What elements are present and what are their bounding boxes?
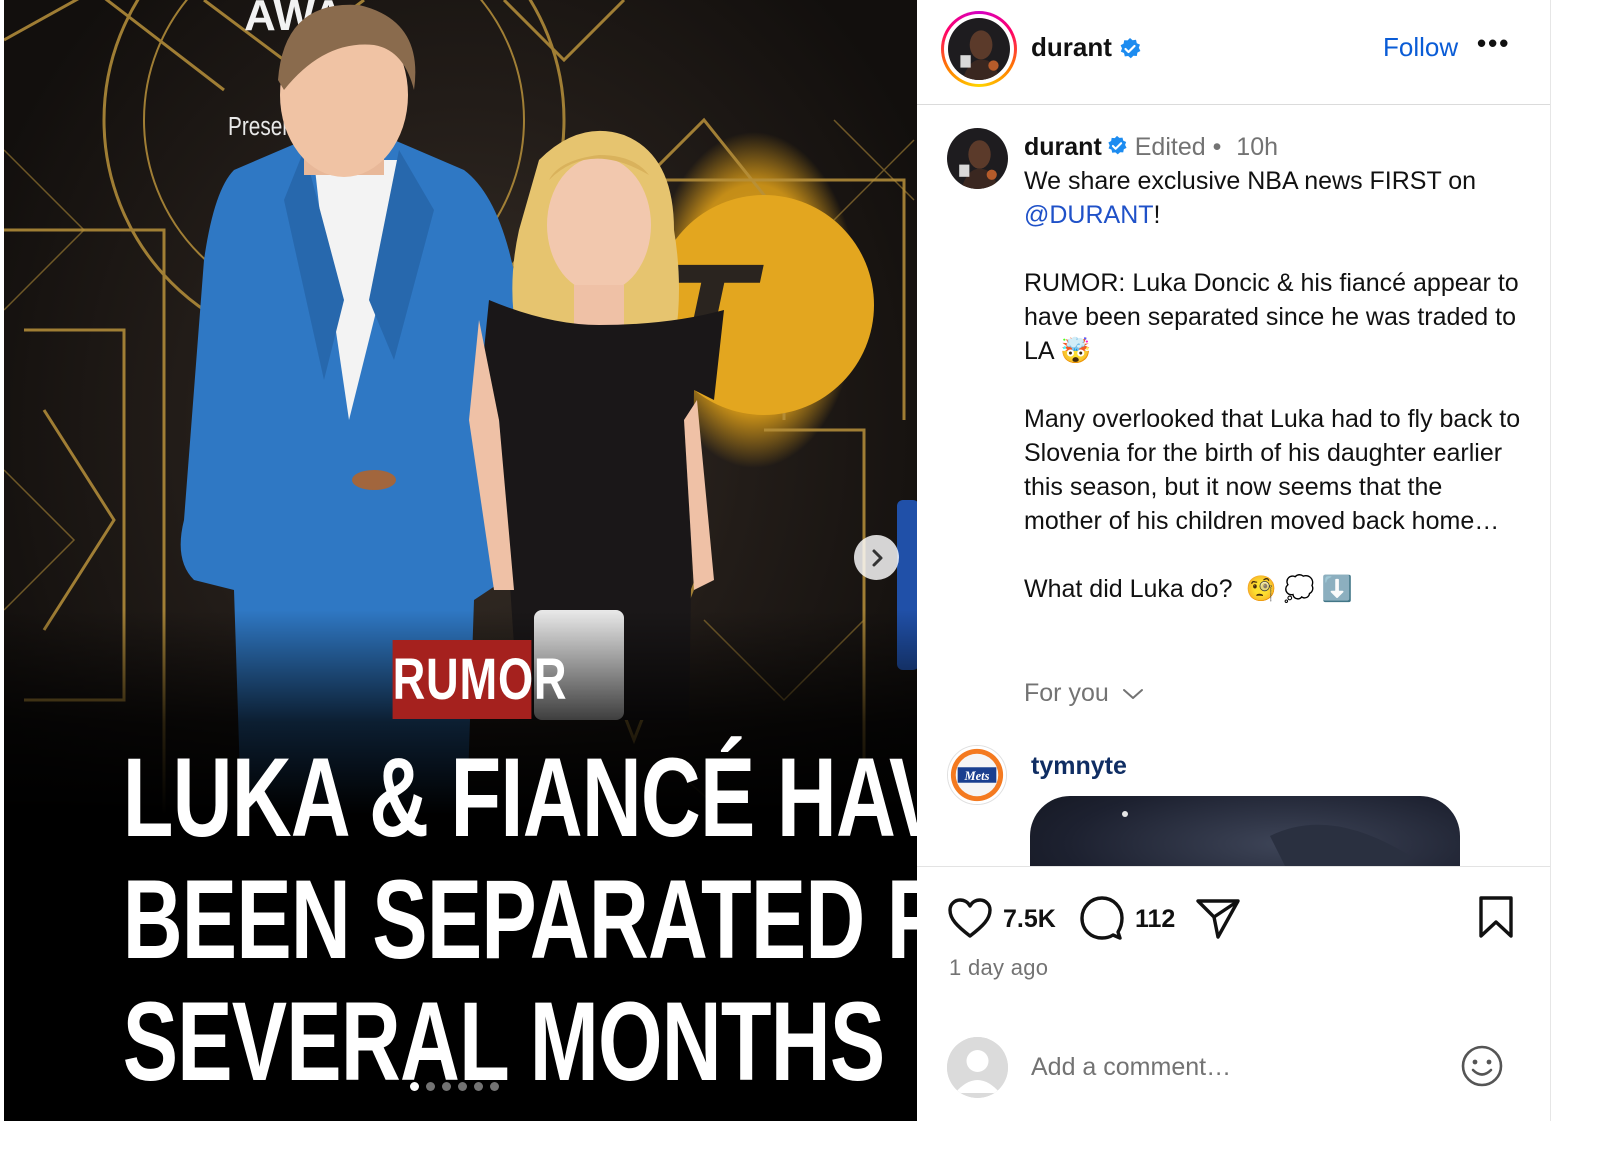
post-headline: LUKA & FIANCÉ HAVE BEEN SEPARATED FOR SE… xyxy=(4,737,917,1103)
caption-emojis: 🧐 💭 ⬇️ xyxy=(1245,575,1353,603)
carousel-dot[interactable] xyxy=(410,1082,419,1091)
author-username[interactable]: durant xyxy=(1031,32,1142,63)
post-actions: 7.5K 112 1 day ago xyxy=(917,866,1551,1121)
comment-image-content xyxy=(1122,811,1410,866)
post-media[interactable]: T AWA Presented RUMOR LUKA & FIANCÉ HAVE… xyxy=(4,0,917,1121)
carousel-dots xyxy=(410,1082,499,1091)
caption-line-1: We share exclusive NBA news FIRST on xyxy=(1024,167,1477,195)
caption-paragraph-2: RUMOR: Luka Doncic & his fiancé appear t… xyxy=(1024,269,1519,365)
post-caption: durant Edited • 10h We share exclusive N… xyxy=(1024,130,1524,606)
for-you-dropdown[interactable]: For you xyxy=(1024,679,1144,708)
commenter-avatar[interactable]: Mets xyxy=(947,745,1007,805)
caption-paragraph-3: Many overlooked that Luka had to fly bac… xyxy=(1024,405,1521,535)
carousel-dot[interactable] xyxy=(458,1082,467,1091)
exploding-head-emoji: 🤯 xyxy=(1060,337,1092,365)
add-comment-input[interactable] xyxy=(1031,1045,1431,1089)
svg-text:Mets: Mets xyxy=(963,769,989,783)
chevron-right-icon xyxy=(872,549,882,566)
carousel-dot[interactable] xyxy=(426,1082,435,1091)
comment-image[interactable] xyxy=(1030,796,1460,866)
caption-paragraph-4: What did Luka do? xyxy=(1024,575,1233,603)
mention-link[interactable]: @DURANT xyxy=(1024,201,1154,229)
caption-line-1-tail: ! xyxy=(1153,201,1161,229)
rumor-badge: RUMOR xyxy=(392,640,567,719)
post-date[interactable]: 1 day ago xyxy=(949,955,1048,981)
username-text[interactable]: durant xyxy=(1031,32,1112,62)
emoji-picker-icon[interactable] xyxy=(1459,1043,1505,1089)
for-you-label: For you xyxy=(1024,679,1109,707)
like-count[interactable]: 7.5K xyxy=(1003,905,1056,934)
carousel-dot[interactable] xyxy=(442,1082,451,1091)
author-avatar[interactable] xyxy=(941,11,1017,87)
post-time[interactable]: 10h xyxy=(1236,133,1278,161)
follow-button[interactable]: Follow xyxy=(1383,32,1458,63)
more-options-icon[interactable]: ••• xyxy=(1477,28,1510,59)
comments-scroll-area[interactable]: durant Edited • 10h We share exclusive N… xyxy=(917,106,1551,866)
headline-line-2: BEEN SEPARATED FOR xyxy=(122,857,917,982)
verified-badge-icon xyxy=(1120,38,1141,59)
edited-label: Edited xyxy=(1134,133,1206,161)
bookmark-icon[interactable] xyxy=(1477,895,1515,939)
chevron-down-icon xyxy=(1122,689,1143,699)
verified-badge-icon xyxy=(1108,136,1127,155)
commenter-username[interactable]: tymnyte xyxy=(1031,752,1127,781)
post-side-panel: durant Follow ••• durant Edited • 10h We… xyxy=(917,0,1551,1121)
caption-username[interactable]: durant xyxy=(1024,133,1102,161)
comment-composer xyxy=(917,1017,1551,1122)
next-slide-button[interactable] xyxy=(854,535,899,580)
current-user-avatar xyxy=(947,1037,1008,1098)
avatar-photo xyxy=(948,18,1010,80)
share-icon[interactable] xyxy=(1195,895,1241,941)
user-silhouette-icon xyxy=(947,1037,1008,1098)
headline-line-1: LUKA & FIANCÉ HAVE xyxy=(122,735,917,860)
post-header: durant Follow ••• xyxy=(917,0,1551,105)
caption-avatar[interactable] xyxy=(947,128,1008,189)
carousel-dot[interactable] xyxy=(490,1082,499,1091)
comment-count[interactable]: 112 xyxy=(1135,905,1175,934)
comment-icon[interactable] xyxy=(1079,895,1125,941)
heart-icon[interactable] xyxy=(947,897,993,939)
panel-divider xyxy=(1550,0,1551,1121)
carousel-dot[interactable] xyxy=(474,1082,483,1091)
meta-separator: • xyxy=(1212,133,1222,161)
